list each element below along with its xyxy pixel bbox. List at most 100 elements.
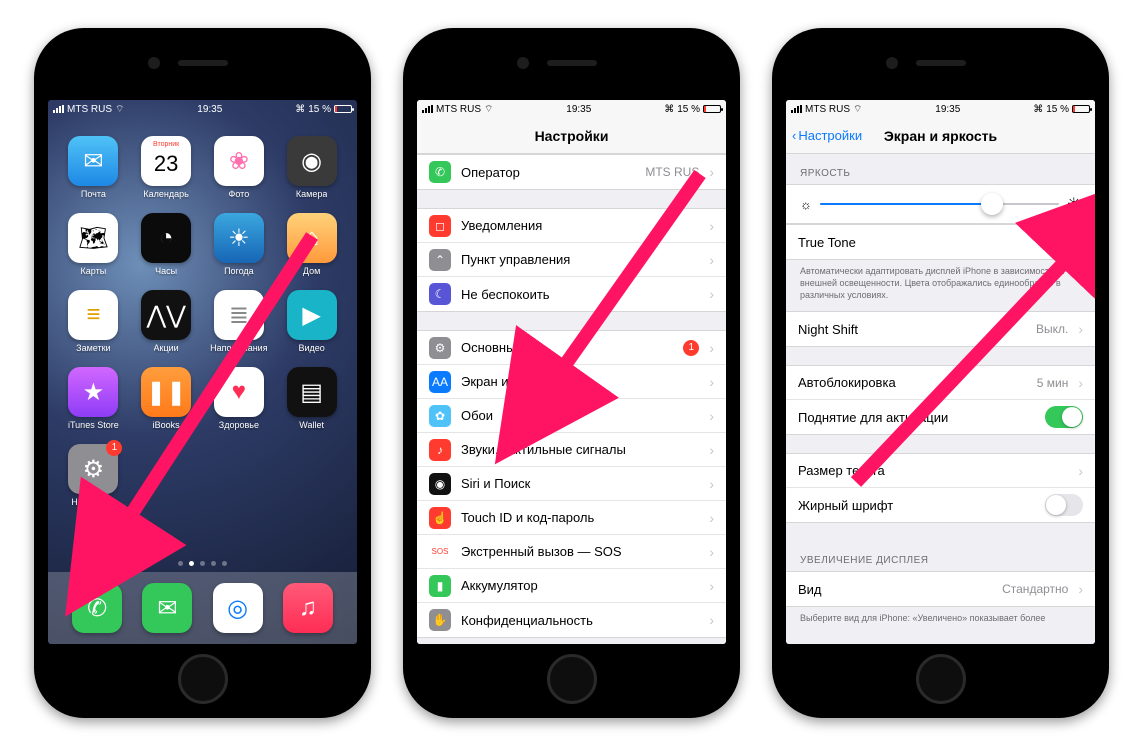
chevron-right-icon: › <box>709 252 714 268</box>
row-label: Touch ID и код-пароль <box>461 510 699 525</box>
settings-row-Не беспокоить[interactable]: ☾Не беспокоить› <box>417 277 726 311</box>
settings-row-Siri и Поиск[interactable]: ◉Siri и Поиск› <box>417 467 726 501</box>
row-label: Пункт управления <box>461 252 699 267</box>
app-Телефон[interactable]: ✆ <box>72 583 122 633</box>
app-Напоминания[interactable]: ≣Напоминания <box>208 290 271 353</box>
row-label: Конфиденциальность <box>461 613 699 628</box>
app-Здоровье[interactable]: ♥Здоровье <box>208 367 271 430</box>
signal-icon <box>422 105 433 113</box>
app-Карты[interactable]: 🗺Карты <box>62 213 125 276</box>
row-label: Siri и Поиск <box>461 476 699 491</box>
app-label: Заметки <box>76 343 110 353</box>
clock: 19:35 <box>197 104 222 115</box>
settings-row-Основные[interactable]: ⚙Основные1› <box>417 331 726 365</box>
autolock-row[interactable]: Автоблокировка 5 мин › <box>786 366 1095 400</box>
statusbar: MTS RUS ⌔ 19:35 ⌘ 15 % <box>786 100 1095 118</box>
signal-icon <box>791 105 802 113</box>
app-iTunes Store[interactable]: ★iTunes Store <box>62 367 125 430</box>
row-icon: ✿ <box>429 405 451 427</box>
wifi-icon: ⌔ <box>115 103 124 116</box>
chevron-right-icon: › <box>1078 463 1083 479</box>
app-Музыка[interactable]: ♫ <box>283 583 333 633</box>
truetone-row[interactable]: True Tone <box>786 225 1095 259</box>
bold-toggle[interactable] <box>1045 494 1083 516</box>
bold-label: Жирный шрифт <box>798 498 1035 513</box>
row-label: Основные <box>461 340 673 355</box>
row-icon: ⌃ <box>429 249 451 271</box>
settings-list[interactable]: ✆ОператорMTS RUS›◻Уведомления›⌃Пункт упр… <box>417 154 726 644</box>
settings-row-Экстренный вызов — SOS[interactable]: SOSЭкстренный вызов — SOS› <box>417 535 726 569</box>
carrier-label: MTS RUS <box>805 104 850 115</box>
autolock-label: Автоблокировка <box>798 375 1027 390</box>
chevron-right-icon: › <box>709 218 714 234</box>
chevron-right-icon: › <box>709 340 714 356</box>
raise-toggle[interactable] <box>1045 406 1083 428</box>
home-button[interactable] <box>547 654 597 704</box>
app-Настройки[interactable]: ⚙1Настройки <box>62 444 125 507</box>
bluetooth-icon: ⌘ <box>1033 104 1043 115</box>
settings-row-Оператор[interactable]: ✆ОператорMTS RUS› <box>417 155 726 189</box>
zoom-header: УВЕЛИЧЕНИЕ ДИСПЛЕЯ <box>786 541 1095 571</box>
statusbar: MTS RUS ⌔ 19:35 ⌘ 15 % <box>417 100 726 118</box>
chevron-right-icon: › <box>709 544 714 560</box>
row-icon: ✆ <box>429 161 451 183</box>
app-Сообщения[interactable]: ✉ <box>142 583 192 633</box>
raise-label: Поднятие для активации <box>798 410 1035 425</box>
raise-row[interactable]: Поднятие для активации <box>786 400 1095 434</box>
settings-row-Обои[interactable]: ✿Обои› <box>417 399 726 433</box>
brightness-slider[interactable]: ☼ ☀ <box>786 184 1095 224</box>
statusbar: MTS RUS ⌔ 19:35 ⌘ 15 % <box>48 100 357 118</box>
signal-icon <box>53 105 64 113</box>
app-Видео[interactable]: ▶Видео <box>280 290 343 353</box>
textsize-label: Размер текста <box>798 463 1068 478</box>
app-Дом[interactable]: ⌂Дом <box>280 213 343 276</box>
app-Фото[interactable]: ❀Фото <box>208 136 271 199</box>
display-list[interactable]: ЯРКОСТЬ ☼ ☀ True Tone Автоматически адап… <box>786 154 1095 644</box>
nightshift-row[interactable]: Night Shift Выкл. › <box>786 312 1095 346</box>
back-button[interactable]: ‹Настройки <box>792 128 862 143</box>
settings-row-Touch ID и код-пароль[interactable]: ☝Touch ID и код-пароль› <box>417 501 726 535</box>
row-icon: ◻ <box>429 215 451 237</box>
chevron-right-icon: › <box>709 164 714 180</box>
settings-row-Пункт управления[interactable]: ⌃ Пункт управления › <box>417 243 726 277</box>
settings-row-Звуки, тактильные сигналы[interactable]: ♪Звуки, тактильные сигналы› <box>417 433 726 467</box>
chevron-right-icon: › <box>1078 581 1083 597</box>
back-label: Настройки <box>798 128 862 143</box>
truetone-toggle[interactable] <box>1045 231 1083 253</box>
app-label: Календарь <box>143 189 188 199</box>
app-Часы[interactable]: ◔Часы <box>135 213 198 276</box>
app-Камера[interactable]: ◉Камера <box>280 136 343 199</box>
app-Акции[interactable]: ⋀⋁Акции <box>135 290 198 353</box>
nightshift-value: Выкл. <box>1036 322 1068 336</box>
app-iBooks[interactable]: ❚❚iBooks <box>135 367 198 430</box>
textsize-row[interactable]: Размер текста › <box>786 454 1095 488</box>
row-badge: 1 <box>683 340 699 356</box>
bold-row[interactable]: Жирный шрифт <box>786 488 1095 522</box>
settings-row-Экран и яркость[interactable]: AAЭкран и яркость› <box>417 365 726 399</box>
app-Почта[interactable]: ✉Почта <box>62 136 125 199</box>
app-Погода[interactable]: ☀Погода <box>208 213 271 276</box>
home-button[interactable] <box>916 654 966 704</box>
app-Safari[interactable]: ◎ <box>213 583 263 633</box>
chevron-right-icon: › <box>709 476 714 492</box>
app-Календарь[interactable]: Вторник23Календарь <box>135 136 198 199</box>
app-label: Фото <box>229 189 250 199</box>
settings-row-Аккумулятор[interactable]: ▮Аккумулятор› <box>417 569 726 603</box>
settings-row-Конфиденциальность[interactable]: ✋Конфиденциальность› <box>417 603 726 637</box>
row-value: MTS RUS <box>645 165 699 179</box>
phone-settings: MTS RUS ⌔ 19:35 ⌘ 15 % Настройки ✆Операт… <box>403 28 740 718</box>
app-label: iTunes Store <box>68 420 119 430</box>
chevron-right-icon: › <box>1078 321 1083 337</box>
row-icon: ☾ <box>429 283 451 305</box>
truetone-footer: Автоматически адаптировать дисплей iPhon… <box>786 260 1095 311</box>
settings-row-Уведомления[interactable]: ◻Уведомления› <box>417 209 726 243</box>
row-icon: ♪ <box>429 439 451 461</box>
app-Заметки[interactable]: ≡Заметки <box>62 290 125 353</box>
row-icon: ▮ <box>429 575 451 597</box>
home-button[interactable] <box>178 654 228 704</box>
zoom-row[interactable]: Вид Стандартно › <box>786 572 1095 606</box>
page-indicator[interactable] <box>48 561 357 566</box>
app-label: iBooks <box>153 420 180 430</box>
navbar-title: Экран и яркость <box>884 128 997 144</box>
app-Wallet[interactable]: ▤Wallet <box>280 367 343 430</box>
